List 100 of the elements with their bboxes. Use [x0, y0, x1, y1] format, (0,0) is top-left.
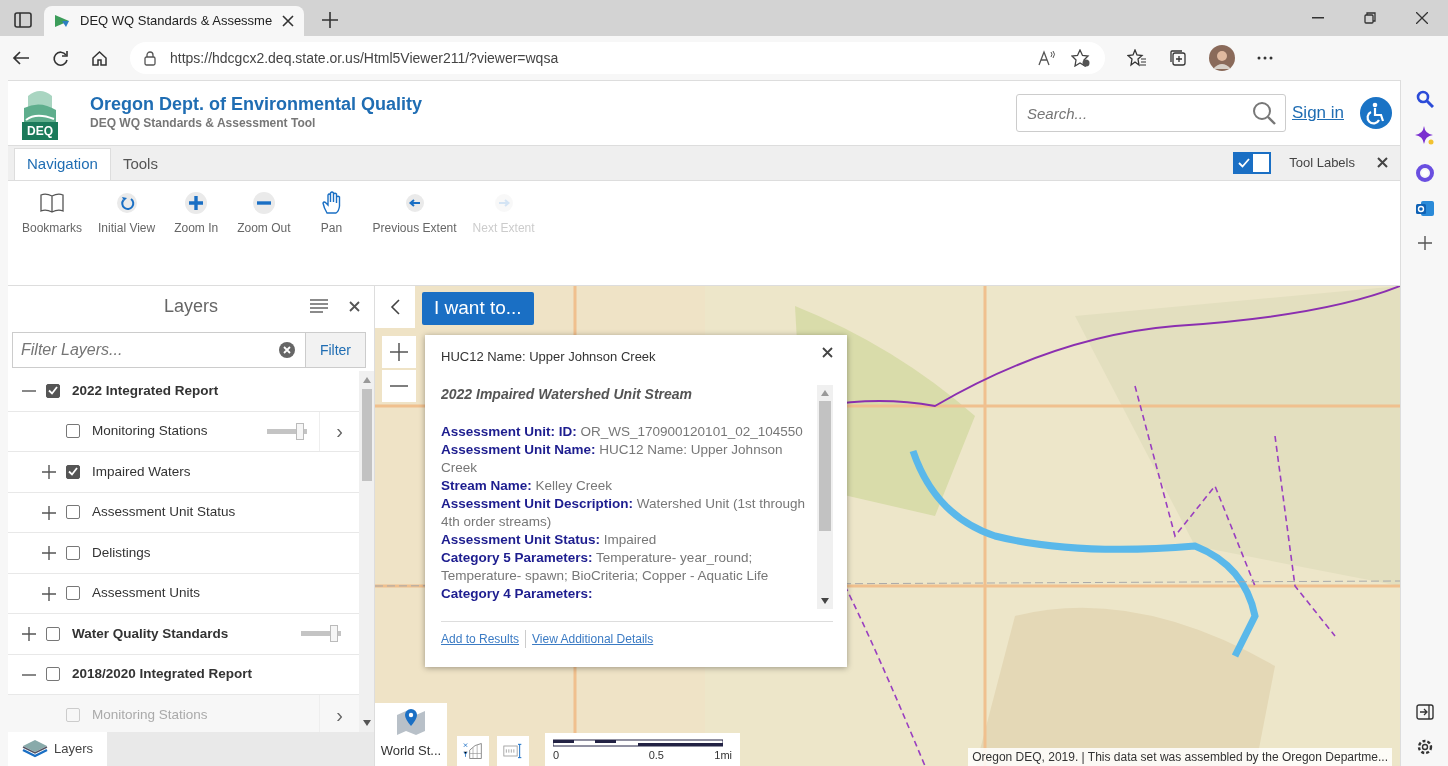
checkbox[interactable]	[46, 626, 60, 641]
plus-icon	[390, 343, 408, 361]
zoom-in-icon	[183, 191, 210, 215]
new-tab-icon[interactable]	[322, 12, 339, 28]
slider-thumb[interactable]	[329, 625, 338, 643]
layer-row[interactable]: 2022 Integrated Report	[8, 371, 359, 412]
layer-row[interactable]: Impaired Waters	[8, 452, 359, 493]
close-popup-icon[interactable]	[822, 347, 833, 358]
tab[interactable]: Navigation	[14, 148, 111, 180]
clear-icon[interactable]	[278, 342, 295, 358]
expand-icon[interactable]	[42, 465, 56, 480]
close-panel-icon[interactable]	[349, 301, 360, 312]
search-field[interactable]: Search...	[1016, 94, 1286, 132]
app-title: Oregon Dept. of Environmental Quality	[90, 94, 423, 114]
toolbar-button[interactable]: Zoom In	[163, 191, 230, 237]
popup-title: HUC12 Name: Upper Johnson Creek	[441, 348, 656, 366]
expand-icon[interactable]	[42, 505, 56, 520]
expand-icon[interactable]	[22, 627, 36, 642]
mail-icon[interactable]	[1414, 200, 1435, 218]
zoom-out-button[interactable]	[382, 370, 416, 402]
sign-in-link[interactable]: Sign in	[1292, 100, 1344, 126]
close-tab-icon[interactable]	[282, 15, 295, 27]
scrollbar[interactable]	[817, 384, 833, 609]
layers-icon	[22, 739, 48, 759]
close-icon[interactable]	[1377, 157, 1388, 168]
toolbar-button[interactable]: Pan	[298, 191, 365, 237]
logo-text: DEQ	[22, 122, 58, 140]
add-icon[interactable]	[1417, 236, 1432, 250]
filter-button[interactable]: Filter	[304, 333, 365, 367]
sparkle-icon[interactable]	[1414, 126, 1435, 146]
menu-icon[interactable]	[310, 299, 328, 313]
expand-icon[interactable]	[42, 546, 56, 561]
read-aloud-icon[interactable]	[1037, 50, 1057, 66]
layers-tab[interactable]: Layers	[8, 732, 108, 766]
minus-icon	[390, 385, 408, 387]
scroll-up-icon[interactable]	[362, 377, 371, 383]
checkbox[interactable]	[66, 586, 80, 601]
checkbox[interactable]	[66, 464, 80, 479]
scrollbar[interactable]	[359, 371, 374, 732]
search-icon[interactable]	[1415, 90, 1434, 108]
checkbox[interactable]	[66, 424, 80, 439]
layer-row[interactable]: Monitoring Stations ›	[8, 411, 359, 452]
popup-link[interactable]: View Additional Details	[532, 629, 654, 648]
slider-thumb[interactable]	[295, 422, 304, 440]
checkbox[interactable]	[46, 667, 60, 682]
layer-row[interactable]: Delistings	[8, 533, 359, 574]
refresh-icon[interactable]	[52, 49, 69, 67]
add-favorite-icon[interactable]	[1071, 49, 1091, 67]
scroll-up-icon[interactable]	[821, 389, 829, 396]
checkbox[interactable]	[66, 545, 80, 560]
layer-row[interactable]: Water Quality Standards	[8, 614, 359, 655]
grid-icon	[463, 740, 483, 762]
expand-icon[interactable]	[42, 586, 56, 601]
filter-field[interactable]: Filter Layers... Filter	[12, 332, 366, 368]
map-pin-icon	[396, 706, 426, 735]
collections-icon[interactable]	[1169, 49, 1187, 67]
more-icon[interactable]	[1257, 56, 1273, 60]
scroll-thumb[interactable]	[819, 400, 831, 531]
close-window-icon[interactable]	[1416, 12, 1428, 24]
field-text: Category 5 Parameters: Temperature- year_round; Temperature- spawn; BioCriteria; Copper - Aquatic Life	[441, 548, 770, 585]
ruler-icon	[503, 742, 523, 760]
back-icon[interactable]	[12, 50, 30, 66]
tool-labels-toggle[interactable]	[1233, 152, 1272, 174]
scroll-down-icon[interactable]	[362, 720, 371, 726]
layer-row[interactable]: Assessment Units	[8, 573, 359, 614]
accessibility-icon[interactable]	[1360, 97, 1392, 129]
checkbox[interactable]	[66, 505, 80, 520]
layer-row[interactable]: Assessment Unit Status	[8, 492, 359, 533]
toolbar-button[interactable]: Bookmarks	[14, 191, 91, 237]
field-text: Stream Name: Kelley Creek	[441, 476, 614, 495]
toolbar-button[interactable]: Zoom Out	[229, 191, 299, 237]
settings-icon[interactable]	[1415, 738, 1434, 756]
minimize-icon[interactable]	[1312, 17, 1324, 19]
zoom-in-button[interactable]	[382, 336, 416, 368]
profile-avatar[interactable]	[1209, 45, 1235, 71]
restore-icon[interactable]	[1364, 12, 1376, 24]
browser-tab[interactable]: DEQ WQ Standards & Assessme	[44, 6, 305, 36]
toolbar-button[interactable]: Previous Extent	[364, 191, 465, 237]
sidebar-icon[interactable]	[1415, 704, 1434, 720]
site-icon	[54, 13, 70, 29]
field-text: Category 4 Parameters:	[441, 584, 594, 603]
collapse-icon[interactable]	[390, 299, 400, 315]
toolbar-button[interactable]: Initial View	[90, 191, 164, 237]
coordinates-button[interactable]	[457, 736, 489, 766]
scroll-down-icon[interactable]	[821, 597, 829, 604]
scroll-thumb[interactable]	[361, 389, 372, 481]
tab[interactable]: Tools	[110, 148, 170, 180]
office-icon[interactable]	[1415, 164, 1434, 182]
check-icon	[1238, 158, 1251, 168]
tab-actions-icon[interactable]	[14, 12, 32, 28]
attribution-text: Oregon DEQ, 2019. | This data set was assembled by the Oregon Departme...	[968, 748, 1392, 766]
basemap-button[interactable]: World St...	[375, 703, 447, 766]
checkbox[interactable]	[46, 383, 60, 398]
book-icon	[39, 191, 65, 215]
address-bar[interactable]: https://hdcgcx2.deq.state.or.us/Html5Viewer211/?viewer=wqsa	[130, 42, 1105, 74]
popup-link[interactable]: Add to Results	[441, 629, 520, 648]
i-want-to-button[interactable]: I want to...	[422, 292, 534, 325]
home-icon[interactable]	[91, 49, 108, 67]
app-subtitle: DEQ WQ Standards & Assessment Tool	[90, 115, 317, 132]
favorites-icon[interactable]	[1127, 49, 1147, 67]
